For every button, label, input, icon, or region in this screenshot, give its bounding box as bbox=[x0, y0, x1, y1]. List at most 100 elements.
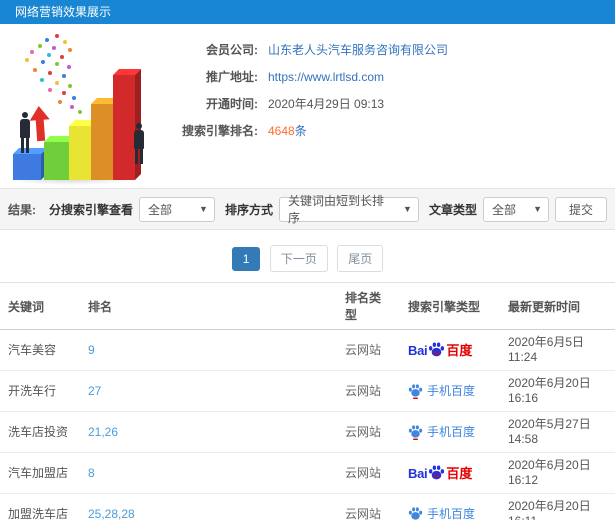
keyword-cell: 洗车店投资 bbox=[0, 411, 80, 453]
company-row: 会员公司: 山东老人头汽车服务咨询有限公司 bbox=[170, 36, 610, 63]
header-updated: 最新更新时间 bbox=[500, 282, 615, 330]
mobile-baidu-logo: 手机百度 bbox=[408, 425, 475, 440]
rank-type-cell: 云网站 bbox=[337, 411, 400, 453]
rank-type-cell: 云网站 bbox=[337, 370, 400, 412]
article-type-value: 全部 bbox=[491, 202, 516, 217]
engine-cell: Bai du 百度 bbox=[400, 329, 500, 371]
mobile-baidu-paw-icon bbox=[408, 425, 423, 440]
result-label: 结果: bbox=[8, 202, 36, 217]
rank-link[interactable]: 25,28,28 bbox=[88, 507, 135, 520]
baidu-paw-icon: du bbox=[429, 342, 445, 357]
chevron-down-icon: ▼ bbox=[199, 204, 208, 214]
table-row: 开洗车行 27 云网站 Bai du 百度 bbox=[0, 370, 615, 412]
table-row: 加盟洗车店 25,28,28 云网站 Bai du 百度 bbox=[0, 493, 615, 520]
updated-cell: 2020年5月27日 14:58 bbox=[500, 411, 615, 453]
baidu-logo: Bai du 百度 bbox=[408, 342, 473, 358]
businessman-figure bbox=[18, 112, 32, 154]
rank-link[interactable]: 9 bbox=[88, 343, 95, 357]
table-header-row: 关键词 排名 排名类型 搜索引擎类型 最新更新时间 bbox=[0, 282, 615, 330]
rank-cell: 27 bbox=[80, 370, 337, 412]
rank-count-value: 4648 bbox=[268, 124, 295, 138]
mobile-baidu-logo: 手机百度 bbox=[408, 384, 475, 399]
rank-cell: 8 bbox=[80, 452, 337, 494]
keyword-cell: 汽车加盟店 bbox=[0, 452, 80, 494]
info-section: 会员公司: 山东老人头汽车服务咨询有限公司 推广地址: https://www.… bbox=[0, 24, 615, 188]
rank-count-unit: 条 bbox=[294, 124, 307, 138]
promo-url-row: 推广地址: https://www.lrtlsd.com bbox=[170, 63, 610, 90]
updated-cell: 2020年6月20日 16:16 bbox=[500, 370, 615, 412]
growth-arrow-icon bbox=[29, 105, 51, 142]
open-time-value: 2020年4月29日 09:13 bbox=[268, 97, 385, 111]
keyword-cell: 加盟洗车店 bbox=[0, 493, 80, 520]
mobile-baidu-paw-icon bbox=[408, 384, 423, 399]
bar-blue bbox=[13, 154, 41, 180]
header-engine-type: 搜索引擎类型 bbox=[400, 282, 500, 330]
page-title: 网络营销效果展示 bbox=[0, 0, 615, 24]
keyword-cell: 开洗车行 bbox=[0, 370, 80, 412]
page-button-current[interactable]: 1 bbox=[231, 247, 261, 271]
baidu-logo: Bai du 百度 bbox=[408, 465, 473, 481]
table-row: 洗车店投资 21,26 云网站 Bai du 百度 bbox=[0, 411, 615, 453]
article-type-label: 文章类型 bbox=[428, 202, 477, 217]
mobile-baidu-logo: 手机百度 bbox=[408, 507, 475, 520]
header-keyword: 关键词 bbox=[0, 282, 80, 330]
rank-count-label: 搜索引擎排名: bbox=[182, 124, 258, 138]
engine-filter-label: 分搜索引擎查看 bbox=[48, 202, 133, 217]
chevron-down-icon: ▼ bbox=[533, 204, 542, 214]
pagination: 1 下一页 尾页 bbox=[0, 230, 615, 282]
rank-count-link[interactable]: 4648条 bbox=[268, 122, 307, 139]
rank-cell: 21,26 bbox=[80, 411, 337, 453]
engine-cell: Bai du 百度 bbox=[400, 493, 500, 520]
rank-link[interactable]: 27 bbox=[88, 384, 101, 398]
rank-cell: 25,28,28 bbox=[80, 493, 337, 520]
rank-link[interactable]: 8 bbox=[88, 466, 95, 480]
rank-type-cell: 云网站 bbox=[337, 329, 400, 371]
last-page-button[interactable]: 尾页 bbox=[337, 245, 384, 272]
sort-filter-value: 关键词由短到长排序 bbox=[287, 194, 384, 225]
chevron-down-icon: ▼ bbox=[403, 204, 412, 214]
updated-cell: 2020年6月20日 16:11 bbox=[500, 493, 615, 520]
engine-filter-select[interactable]: 全部 ▼ bbox=[138, 196, 215, 222]
keyword-cell: 汽车美容 bbox=[0, 329, 80, 371]
bar-yellow bbox=[69, 126, 93, 180]
rank-cell: 9 bbox=[80, 329, 337, 371]
updated-cell: 2020年6月5日 11:24 bbox=[500, 329, 615, 371]
engine-filter-value: 全部 bbox=[147, 202, 172, 217]
bar-orange bbox=[91, 104, 115, 180]
open-time-label: 开通时间: bbox=[206, 97, 258, 111]
submit-button[interactable]: 提交 bbox=[554, 196, 607, 222]
businessman-figure bbox=[132, 123, 146, 165]
sort-filter-label: 排序方式 bbox=[224, 202, 273, 217]
company-link[interactable]: 山东老人头汽车服务咨询有限公司 bbox=[268, 41, 448, 58]
baidu-paw-icon: du bbox=[429, 465, 445, 480]
promo-url-link[interactable]: https://www.lrtlsd.com bbox=[268, 70, 384, 84]
company-label: 会员公司: bbox=[206, 43, 258, 57]
rank-link[interactable]: 21,26 bbox=[88, 425, 118, 439]
rank-type-cell: 云网站 bbox=[337, 452, 400, 494]
engine-cell: Bai du 百度 bbox=[400, 411, 500, 453]
rank-type-cell: 云网站 bbox=[337, 493, 400, 520]
sort-filter-select[interactable]: 关键词由短到长排序 ▼ bbox=[278, 194, 419, 225]
svg-text:du: du bbox=[434, 350, 440, 356]
header-rank-type: 排名类型 bbox=[337, 282, 400, 330]
open-time-row: 开通时间: 2020年4月29日 09:13 bbox=[170, 90, 610, 117]
mobile-baidu-paw-icon bbox=[408, 507, 423, 520]
confetti-dots bbox=[0, 28, 4, 32]
filter-group: 分搜索引擎查看 全部 ▼ 排序方式 关键词由短到长排序 ▼ 文章类型 全部 ▼ 提交 bbox=[45, 194, 607, 225]
bar-green bbox=[44, 142, 70, 180]
keyword-ranking-table: 关键词 排名 排名类型 搜索引擎类型 最新更新时间 汽车美容 9 云网站 Bai… bbox=[0, 282, 615, 520]
table-row: 汽车加盟店 8 云网站 Bai du 百度 2020年6月20日 16:12 bbox=[0, 452, 615, 494]
next-page-button[interactable]: 下一页 bbox=[269, 245, 328, 272]
promo-url-label: 推广地址: bbox=[206, 70, 258, 84]
updated-cell: 2020年6月20日 16:12 bbox=[500, 452, 615, 494]
filter-bar: 结果: 分搜索引擎查看 全部 ▼ 排序方式 关键词由短到长排序 ▼ 文章类型 全部 ▼… bbox=[0, 188, 615, 230]
engine-cell: Bai du 百度 bbox=[400, 452, 500, 494]
article-type-select[interactable]: 全部 ▼ bbox=[482, 196, 549, 222]
marketing-chart-illustration bbox=[0, 28, 180, 186]
table-row: 汽车美容 9 云网站 Bai du 百度 2020年6月5日 11:24 bbox=[0, 329, 615, 371]
engine-cell: Bai du 百度 bbox=[400, 370, 500, 412]
member-info: 会员公司: 山东老人头汽车服务咨询有限公司 推广地址: https://www.… bbox=[170, 36, 610, 144]
svg-text:du: du bbox=[434, 473, 440, 479]
rank-count-row: 搜索引擎排名: 4648条 bbox=[170, 117, 610, 144]
header-rank: 排名 bbox=[80, 282, 337, 330]
